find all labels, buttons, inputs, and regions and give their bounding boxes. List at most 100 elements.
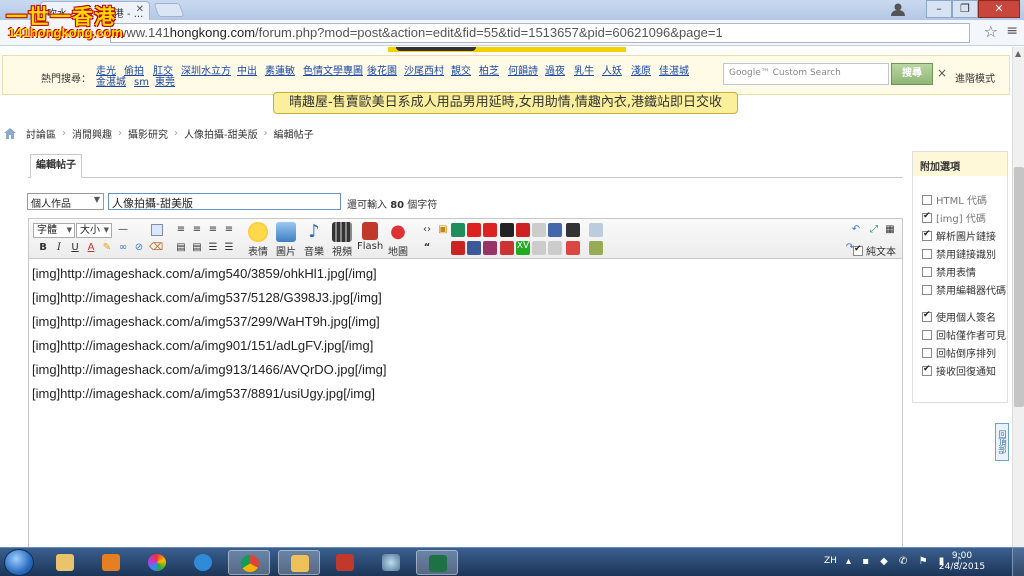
show-desktop-button[interactable] [1012, 548, 1024, 576]
taskbar-media-player[interactable] [90, 550, 132, 575]
hot-link[interactable]: 佳湛城 [659, 66, 689, 77]
link-icon[interactable]: ∞ [117, 242, 129, 254]
hot-link[interactable]: 乳牛 [574, 66, 594, 77]
highlight-icon[interactable]: ✎ [101, 242, 113, 254]
taskbar-app[interactable] [324, 550, 366, 575]
plugin-icon[interactable] [589, 223, 603, 237]
minimize-button[interactable]: – [926, 0, 952, 18]
tab-close-icon[interactable]: ✕ [136, 4, 144, 15]
hot-link[interactable]: 色情文學專圖 [303, 66, 363, 77]
breadcrumb-item[interactable]: 消閒興趣 [72, 126, 112, 141]
unordered-list-icon[interactable]: ☰ [223, 242, 235, 254]
url-field[interactable]: www.141hongkong.com/forum.php?mod=post&a… [110, 23, 970, 43]
option-use-signature[interactable]: 使用個人簽名 [922, 309, 996, 324]
hot-link[interactable]: 素蓮敏 [265, 66, 295, 77]
browser-menu-icon[interactable]: ≡ [1006, 23, 1018, 39]
bold-icon[interactable]: B [37, 242, 49, 254]
hot-link[interactable]: 沙尾西村 [404, 66, 444, 77]
scroll-up-icon[interactable]: ▲ [1015, 49, 1021, 58]
porn-hub-icon[interactable] [516, 223, 530, 237]
page-scrollbar[interactable]: ▲ [1012, 47, 1024, 547]
font-select[interactable]: 字體 ▼ [33, 223, 75, 238]
checkbox[interactable] [922, 364, 932, 376]
scroll-thumb[interactable] [1014, 167, 1024, 407]
hot-link[interactable]: 東莞 [155, 77, 175, 88]
hot-link[interactable]: 偷拍 [124, 66, 144, 77]
checkbox[interactable] [922, 284, 932, 295]
checkbox[interactable] [922, 329, 932, 340]
youtube-icon[interactable] [451, 241, 465, 255]
plugin-icon[interactable] [548, 241, 562, 255]
clock[interactable]: 9:00 24/8/2015 [936, 551, 988, 573]
taskbar-picasa[interactable] [136, 550, 178, 575]
ordered-list-icon[interactable]: ☰ [207, 242, 219, 254]
fullscreen-icon[interactable]: ⤢ [868, 224, 880, 236]
post-content-editor[interactable]: [img]http://imageshack.com/a/img540/3859… [28, 259, 903, 547]
table-icon[interactable] [151, 224, 163, 236]
align-right-icon[interactable]: ≡ [207, 224, 219, 236]
plugin-icon[interactable] [566, 223, 580, 237]
breadcrumb-item[interactable]: 攝影研究 [128, 126, 168, 141]
image-button[interactable]: 圖片 [273, 222, 299, 258]
language-indicator[interactable]: ZH [824, 556, 837, 566]
google-search-input[interactable]: Google™ Custom Search [723, 63, 889, 85]
size-select[interactable]: 大小 ▼ [76, 223, 112, 238]
option-reply-notify[interactable]: 接收回復通知 [922, 363, 996, 378]
hr-icon[interactable]: — [117, 224, 129, 236]
taskbar-ie[interactable] [182, 550, 224, 575]
breadcrumb-item[interactable]: 人像拍攝-甜美版 [184, 126, 258, 141]
hot-link[interactable]: 柏芝 [479, 66, 499, 77]
hot-link[interactable]: 人妖 [602, 66, 622, 77]
start-button[interactable] [4, 549, 34, 576]
option-disable-link-detect[interactable]: 禁用鏈接識別 [922, 246, 996, 261]
hot-link[interactable]: 靚交 [451, 66, 471, 77]
hot-link[interactable]: sm [134, 77, 149, 88]
option-author-only[interactable]: 回帖僅作者可見 [922, 327, 1006, 342]
close-icon[interactable]: × [937, 66, 947, 80]
code-icon[interactable]: ‹› [421, 224, 433, 236]
hot-link[interactable]: 走光 [96, 66, 116, 77]
bookmark-star-icon[interactable]: ☆ [984, 22, 998, 41]
ad-banner[interactable]: 晴趣屋-售賣歐美日系成人用品男用延時,女用助情,情趣內衣,港鐵站即日交收 [273, 92, 738, 114]
map-button[interactable]: ● 地圖 [385, 222, 411, 259]
plugin-icon[interactable] [500, 241, 514, 255]
checkbox[interactable] [922, 194, 932, 205]
user-icon[interactable] [890, 2, 906, 16]
video-button[interactable]: 視頻 [329, 222, 355, 258]
taskbar-excel[interactable] [416, 550, 458, 575]
flash-button[interactable]: Flash [357, 222, 383, 252]
float-right-icon[interactable]: ▤ [191, 242, 203, 254]
taskbar-file-manager[interactable] [278, 550, 320, 575]
breadcrumb-item[interactable]: 討論區 [26, 126, 56, 141]
underline-icon[interactable]: U [69, 242, 81, 254]
quote-icon[interactable]: “ [421, 242, 433, 254]
unlink-icon[interactable]: ⊘ [133, 242, 145, 254]
xv-icon[interactable]: XV [516, 241, 530, 255]
search-button[interactable]: 搜尋 [891, 63, 933, 85]
hot-link[interactable]: 何韻詩 [508, 66, 538, 77]
plugin-icon[interactable] [589, 241, 603, 255]
music-button[interactable]: ♪ 音樂 [301, 222, 327, 259]
checkbox[interactable] [922, 310, 932, 322]
youtube-hd-icon[interactable] [483, 223, 497, 237]
option-disable-emoji[interactable]: 禁用表情 [922, 264, 976, 279]
taskbar-chrome[interactable] [228, 550, 270, 575]
hot-link[interactable]: 深圳水立方 [181, 66, 231, 77]
clear-format-icon[interactable]: ⌫ [149, 242, 163, 254]
plugin-icon[interactable] [532, 223, 546, 237]
plain-text-checkbox[interactable] [853, 244, 863, 256]
vine-icon[interactable] [451, 223, 465, 237]
plain-text-toggle[interactable]: 純文本 [853, 243, 896, 258]
facebook-icon[interactable] [467, 241, 481, 255]
hot-link[interactable]: 過夜 [545, 66, 565, 77]
plugin-icon[interactable] [483, 241, 497, 255]
taskbar-explorer[interactable] [44, 550, 86, 575]
checkbox[interactable] [922, 248, 932, 259]
checkbox[interactable] [922, 229, 932, 241]
home-icon[interactable] [4, 128, 16, 139]
hot-link[interactable]: 後花園 [367, 66, 397, 77]
checkbox[interactable] [922, 211, 932, 223]
plugin-icon[interactable] [532, 241, 546, 255]
back-to-top-button[interactable]: 回頂部 [995, 423, 1009, 461]
restore-button[interactable]: ❐ [952, 0, 978, 18]
